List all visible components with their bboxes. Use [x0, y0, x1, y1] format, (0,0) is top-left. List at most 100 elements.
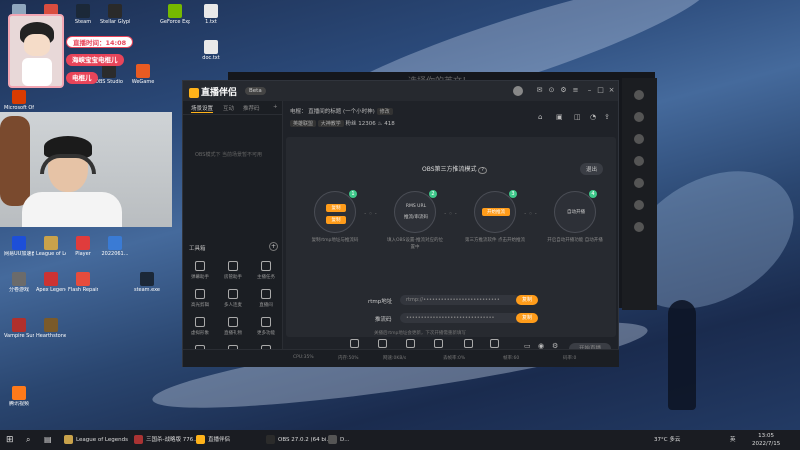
desktop-icon[interactable]: Hearthstone Screenshot: [36, 318, 66, 339]
taskbar: ⊞ ⌕ ▤ League of Legends 三国杀-战略版 776... 直播伴…: [0, 430, 800, 450]
desktop-icon[interactable]: GeForce Experience: [160, 4, 190, 25]
step-start-push-button[interactable]: 开始推流: [482, 208, 510, 216]
taskbar-app-label: 三国杀-战略版 776...: [146, 437, 199, 443]
stream-key-copy-button[interactable]: 复制: [516, 313, 538, 323]
desktop-icon-label: Flash Repair: [68, 287, 98, 293]
tools-add-button[interactable]: +: [269, 242, 278, 251]
bottom-tool-icon: [463, 339, 473, 348]
desktop-icon-label: steam.exe: [133, 287, 161, 293]
add-scene-button[interactable]: +: [273, 104, 278, 110]
desktop-icon-label: Vampire Survivors: [4, 333, 34, 339]
tool-icon: [228, 317, 238, 327]
step-number: 3: [509, 190, 517, 198]
tool-tasks[interactable]: 主播任务: [251, 261, 281, 280]
desktop-icon[interactable]: steam.exe: [132, 272, 162, 293]
obs-mode-panel: OBS第三方推流模式 ? 退出 1 复制 复制 复制rtmp地址与推流码 · ◦…: [286, 137, 616, 337]
status-item: 帧率:60: [503, 356, 520, 361]
taskbar-app[interactable]: League of Legends: [64, 433, 128, 447]
lock-icon[interactable]: ⌂: [538, 113, 542, 121]
desktop-icon[interactable]: Vampire Survivors: [4, 318, 34, 339]
edit-title-button[interactable]: 修改: [376, 108, 393, 115]
taskbar-app[interactable]: D...: [328, 433, 349, 447]
maximize-icon[interactable]: □: [596, 86, 605, 95]
message-icon[interactable]: ✉: [535, 86, 544, 95]
version-badge: Beta: [245, 87, 266, 95]
main-area: 电棍： 直播间的标题 (一个小时神) 修改 英雄联盟 大神教学 粉丝 12306…: [284, 101, 619, 367]
minimize-icon[interactable]: –: [585, 86, 594, 95]
mode-title: OBS第三方推流模式 ?: [422, 164, 487, 174]
export-icon[interactable]: ⇪: [604, 113, 610, 121]
desktop-icon[interactable]: 2022061...: [100, 236, 130, 257]
desktop-icon-label: League of Legends: [36, 251, 66, 257]
avatar-icon[interactable]: [513, 86, 523, 96]
category-tag[interactable]: 英雄联盟: [290, 120, 317, 127]
tab-scene[interactable]: 场景设置: [191, 104, 214, 113]
exit-mode-button[interactable]: 退出: [580, 163, 604, 175]
app-icon: [12, 318, 26, 332]
desktop-icon[interactable]: 分卷游戏: [4, 272, 34, 293]
bell-icon[interactable]: ◔: [590, 113, 596, 121]
tool-gift[interactable]: 直播礼物: [218, 317, 248, 336]
desktop-icon[interactable]: Apex Legends: [36, 272, 66, 293]
menu-icon[interactable]: ≡: [571, 86, 580, 95]
clock[interactable]: 13:05 2022/7/15: [752, 432, 780, 448]
desktop-icon[interactable]: Player: [68, 236, 98, 257]
wallpaper-figure: [668, 300, 696, 410]
tool-label: 虚拟形象: [191, 331, 209, 336]
tool-label: 高光剪辑: [191, 303, 209, 308]
tool-avatar[interactable]: 虚拟形象: [185, 317, 215, 336]
tool-label: 主播任务: [257, 275, 275, 280]
tool-label: 房管助手: [224, 275, 242, 280]
settings-icon[interactable]: ⚙: [559, 86, 568, 95]
avatar: [8, 14, 64, 88]
record-icon[interactable]: ⊙: [547, 86, 556, 95]
stream-key-field[interactable]: ••••••••••••••••••••••••••••••: [400, 313, 520, 323]
lang-indicator[interactable]: 英: [730, 433, 736, 447]
desktop-icon[interactable]: Flash Repair: [68, 272, 98, 293]
tool-multi-link[interactable]: 多人连麦: [218, 289, 248, 308]
desktop-icon[interactable]: League of Legends: [36, 236, 66, 257]
desktop-icon-label: Player: [75, 251, 91, 257]
step-text: 推流/串流码: [403, 215, 429, 220]
desktop-icon[interactable]: 1.txt: [196, 4, 226, 25]
tool-live-room[interactable]: 直播间: [251, 289, 281, 308]
right-chat-strip: [622, 78, 657, 310]
gift-icon[interactable]: ◫: [574, 113, 581, 121]
step-copy-button[interactable]: 复制: [326, 216, 346, 224]
task-view-icon[interactable]: ▤: [44, 433, 52, 447]
taskbar-app[interactable]: 三国杀-战略版 776...: [134, 433, 198, 447]
fans-value: 12306: [358, 121, 376, 127]
rtmp-copy-button[interactable]: 复制: [516, 295, 538, 305]
desktop-icon[interactable]: 腾讯视频: [4, 386, 34, 407]
tool-more[interactable]: 更多功能: [251, 317, 281, 336]
share-icon[interactable]: ▣: [556, 113, 563, 121]
weather-text[interactable]: 37°C 多云: [654, 433, 680, 447]
step-number: 1: [349, 190, 357, 198]
tool-icon: [195, 289, 205, 299]
status-item: 网速:0KB/s: [383, 356, 407, 361]
webcam-feed: [0, 112, 172, 227]
taskbar-app[interactable]: 直播伴侣: [196, 433, 230, 447]
help-icon[interactable]: ?: [478, 167, 487, 174]
tool-room-admin[interactable]: 房管助手: [218, 261, 248, 280]
desktop-icon[interactable]: doc.txt: [196, 40, 226, 61]
tab-interact[interactable]: 互动: [223, 104, 234, 112]
empty-scene-message: OBS模式下 当前场景暂不可用: [195, 152, 263, 158]
close-icon[interactable]: ×: [607, 86, 616, 95]
desktop-icon-label: Hearthstone Screenshot: [36, 333, 66, 339]
taskbar-app[interactable]: OBS 27.0.2 (64 bi...: [266, 433, 332, 447]
tool-highlight[interactable]: 高光剪辑: [185, 289, 215, 308]
step-number: 2: [429, 190, 437, 198]
tool-danmaku[interactable]: 弹幕助手: [185, 261, 215, 280]
live-companion-window: 直播伴侣 Beta ✉ ⊙ ⚙ ≡ – □ × 场景设置 互动 推荐码 + OB…: [182, 80, 619, 367]
subcategory-tag[interactable]: 大神教学: [317, 120, 344, 127]
desktop-icon[interactable]: 网易UU加速器: [4, 236, 34, 257]
tool-icon: [261, 261, 271, 271]
start-icon[interactable]: ⊞: [6, 433, 14, 447]
rtmp-field[interactable]: rtmp://••••••••••••••••••••••••••: [400, 295, 520, 305]
step-copy-button[interactable]: 复制: [326, 204, 346, 212]
search-icon[interactable]: ⌕: [26, 433, 30, 447]
stream-title[interactable]: 直播间的标题 (一个小时神): [308, 109, 375, 115]
overlay-banner: 电棍儿: [66, 72, 98, 84]
tab-referral[interactable]: 推荐码: [243, 104, 260, 112]
